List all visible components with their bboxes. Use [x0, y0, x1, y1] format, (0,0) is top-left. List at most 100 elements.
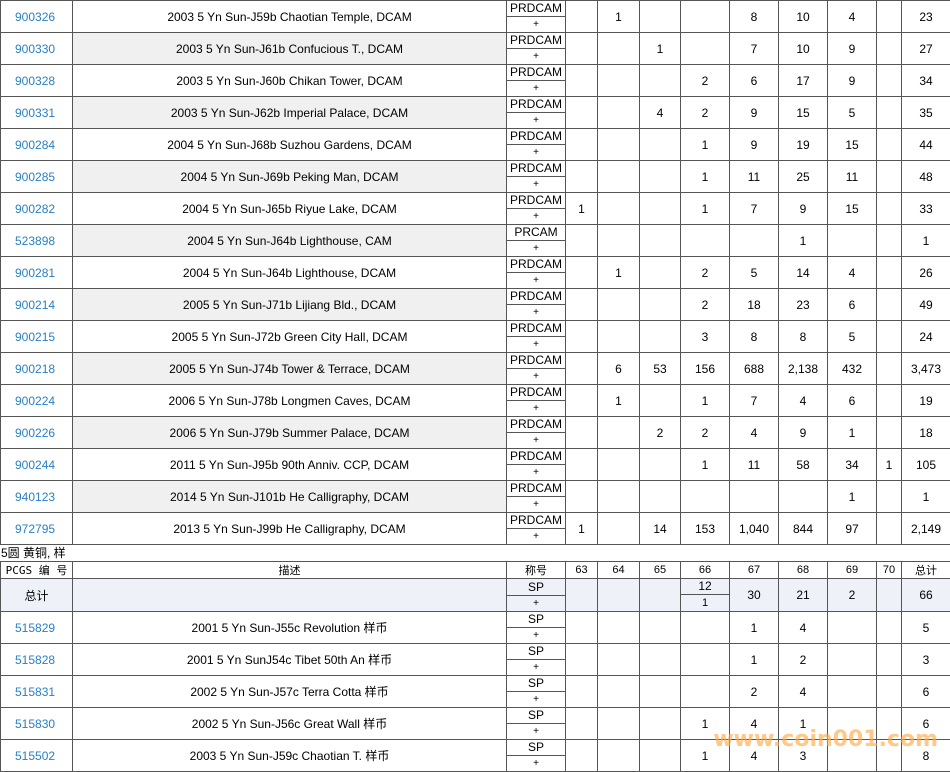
population-count — [779, 481, 828, 513]
population-count — [877, 417, 902, 449]
grade-label: PRDCAM — [507, 353, 565, 369]
grade-plus: + — [507, 692, 565, 707]
population-count — [598, 129, 640, 161]
grade-label: PRDCAM — [507, 33, 565, 49]
population-total: 1 — [902, 225, 950, 257]
population-count: 6 — [598, 353, 640, 385]
population-count: 4 — [779, 612, 828, 644]
population-count: 5 — [730, 257, 779, 289]
population-count — [681, 33, 730, 65]
population-count: 19 — [779, 129, 828, 161]
pcgs-id-link[interactable]: 900281 — [15, 266, 55, 280]
grade-plus: + — [507, 433, 565, 448]
population-count: 1 — [828, 417, 877, 449]
population-count — [566, 417, 598, 449]
pcgs-id-link[interactable]: 900226 — [15, 426, 55, 440]
grade-plus: + — [507, 305, 565, 320]
pcgs-id-link[interactable]: 523898 — [15, 234, 55, 248]
grade-label: PRDCAM — [507, 321, 565, 337]
coin-description: 2005 5 Yn Sun-J71b Lijiang Bld., DCAM — [73, 289, 507, 321]
population-count: 2 — [681, 257, 730, 289]
pcgs-id-cell: 900281 — [1, 257, 73, 289]
coin-description: 2003 5 Yn Sun-J62b Imperial Palace, DCAM — [73, 97, 507, 129]
grade-designation: SP+ — [507, 708, 566, 740]
population-count — [877, 193, 902, 225]
population-count — [877, 129, 902, 161]
population-count — [640, 644, 681, 676]
pcgs-id-link[interactable]: 900331 — [15, 106, 55, 120]
population-count: 6 — [828, 385, 877, 417]
population-count — [566, 65, 598, 97]
pcgs-id-link[interactable]: 515502 — [15, 749, 55, 763]
population-count — [681, 676, 730, 708]
pcgs-id-link[interactable]: 900326 — [15, 10, 55, 24]
population-count — [640, 481, 681, 513]
grade-plus: + — [507, 177, 565, 192]
pcgs-id-cell: 900331 — [1, 97, 73, 129]
grade-label: PRDCAM — [507, 193, 565, 209]
pcgs-id-link[interactable]: 515829 — [15, 621, 55, 635]
population-count — [640, 161, 681, 193]
population-count: 4 — [779, 676, 828, 708]
population-total: 49 — [902, 289, 950, 321]
grade-plus: + — [507, 17, 565, 32]
population-count — [877, 257, 902, 289]
population-count: 14 — [779, 257, 828, 289]
grade-label: PRDCAM — [507, 513, 565, 529]
grade-designation: PRDCAM+ — [507, 129, 566, 161]
grade-label: PRDCAM — [507, 129, 565, 145]
pcgs-id-link[interactable]: 900244 — [15, 458, 55, 472]
coin-description: 2004 5 Yn Sun-J65b Riyue Lake, DCAM — [73, 193, 507, 225]
pcgs-id-link[interactable]: 515831 — [15, 685, 55, 699]
table-row: 9002242006 5 Yn Sun-J78b Longmen Caves, … — [1, 385, 950, 417]
table-row: 9002152005 5 Yn Sun-J72b Green City Hall… — [1, 321, 950, 353]
pcgs-id-link[interactable]: 900215 — [15, 330, 55, 344]
pcgs-id-link[interactable]: 900282 — [15, 202, 55, 216]
pcgs-id-link[interactable]: 940123 — [15, 490, 55, 504]
population-total: 35 — [902, 97, 950, 129]
population-count — [877, 644, 902, 676]
pcgs-id-cell: 900244 — [1, 449, 73, 481]
pcgs-id-link[interactable]: 900224 — [15, 394, 55, 408]
coin-description: 2013 5 Yn Sun-J99b He Calligraphy, DCAM — [73, 513, 507, 545]
pcgs-id-link[interactable]: 900214 — [15, 298, 55, 312]
population-count: 4 — [730, 417, 779, 449]
population-count: 7 — [730, 33, 779, 65]
pcgs-id-link[interactable]: 900218 — [15, 362, 55, 376]
grade-designation: PRDCAM+ — [507, 449, 566, 481]
grade-label: PRDCAM — [507, 1, 565, 17]
population-count: 6 — [828, 289, 877, 321]
table-row: 9003262003 5 Yn Sun-J59b Chaotian Temple… — [1, 1, 950, 33]
total-66-bottom: 1 — [681, 595, 729, 611]
population-count — [877, 161, 902, 193]
population-count: 9 — [730, 97, 779, 129]
pcgs-id-link[interactable]: 900330 — [15, 42, 55, 56]
grade-designation: PRDCAM+ — [507, 1, 566, 33]
population-total: 33 — [902, 193, 950, 225]
population-count — [877, 97, 902, 129]
pcgs-id-link[interactable]: 972795 — [15, 522, 55, 536]
population-total: 5 — [902, 612, 950, 644]
pcgs-id-link[interactable]: 900328 — [15, 74, 55, 88]
population-count: 1 — [640, 33, 681, 65]
population-count — [640, 449, 681, 481]
pcgs-id-link[interactable]: 900284 — [15, 138, 55, 152]
grade-designation: PRDCAM+ — [507, 33, 566, 65]
pcgs-id-link[interactable]: 900285 — [15, 170, 55, 184]
grade-designation: PRDCAM+ — [507, 513, 566, 545]
population-count: 25 — [779, 161, 828, 193]
population-count — [877, 612, 902, 644]
population-count: 1 — [730, 644, 779, 676]
population-count — [598, 193, 640, 225]
population-count: 15 — [828, 129, 877, 161]
table-row: 9002262006 5 Yn Sun-J79b Summer Palace, … — [1, 417, 950, 449]
population-count: 1 — [828, 481, 877, 513]
population-count — [566, 225, 598, 257]
header-grade: 称号 — [507, 562, 566, 579]
population-total: 34 — [902, 65, 950, 97]
pcgs-id-link[interactable]: 515830 — [15, 717, 55, 731]
population-count: 1 — [877, 449, 902, 481]
pcgs-id-cell: 900328 — [1, 65, 73, 97]
population-count — [828, 644, 877, 676]
pcgs-id-link[interactable]: 515828 — [15, 653, 55, 667]
